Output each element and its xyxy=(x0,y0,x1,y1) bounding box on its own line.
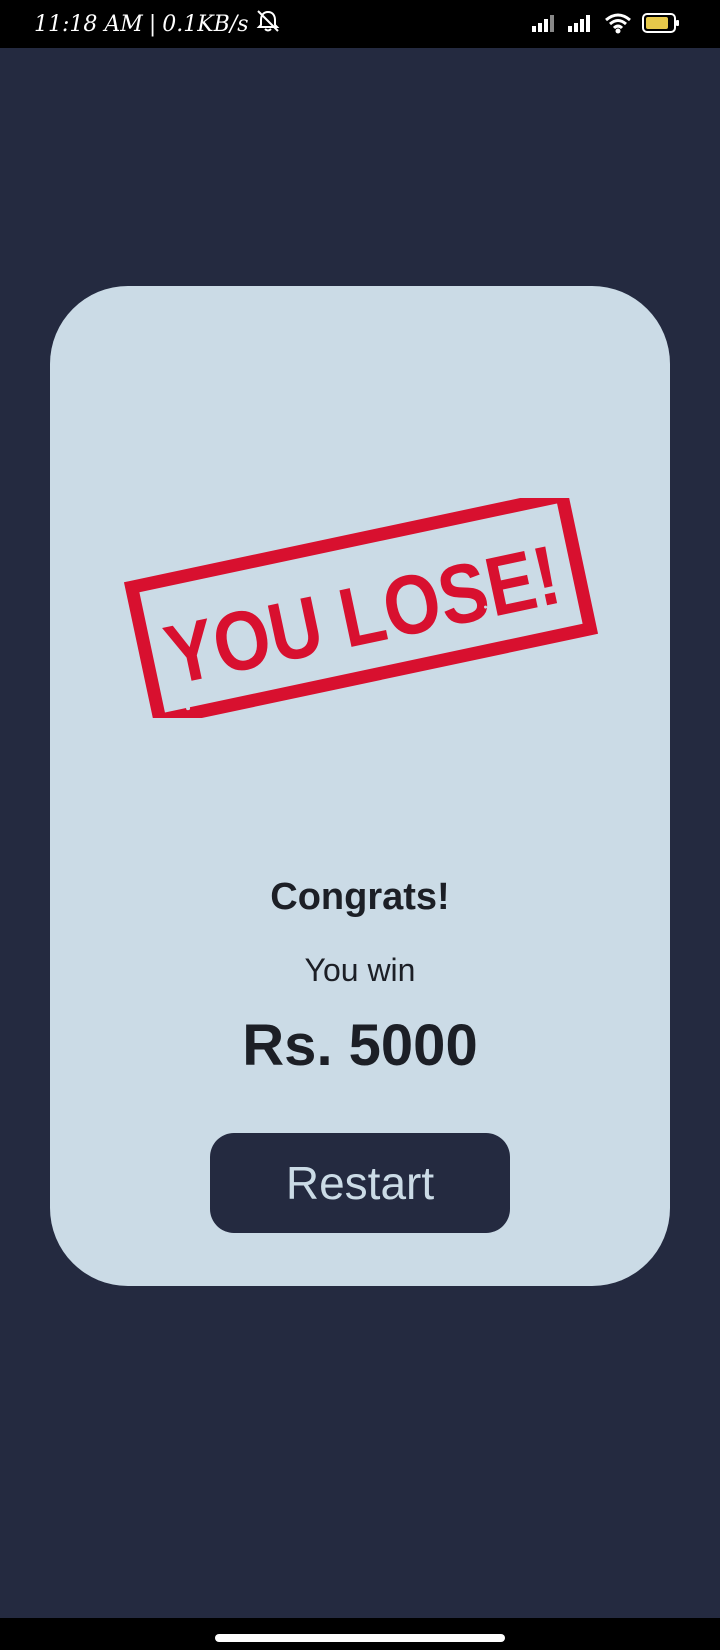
you-lose-stamp: YOU LOSE! xyxy=(111,488,611,728)
status-right xyxy=(532,12,680,38)
home-indicator[interactable] xyxy=(215,1634,505,1642)
win-label: You win xyxy=(304,952,416,988)
status-separator: | xyxy=(148,11,157,37)
wifi-icon xyxy=(604,12,632,38)
alarm-off-icon xyxy=(255,8,281,40)
restart-button[interactable]: Restart xyxy=(210,1133,510,1233)
signal-icon xyxy=(568,14,594,36)
congrats-heading: Congrats! xyxy=(270,876,450,918)
signal-icon xyxy=(532,14,558,36)
battery-icon xyxy=(642,12,680,38)
status-left: 11:18 AM | 0.1KB/s xyxy=(34,10,281,38)
prize-amount: Rs. 5000 xyxy=(242,1013,478,1078)
status-time: 11:18 AM xyxy=(34,11,143,37)
network-speed: 0.1KB/s xyxy=(162,11,249,37)
status-bar: 11:18 AM | 0.1KB/s xyxy=(0,0,720,48)
